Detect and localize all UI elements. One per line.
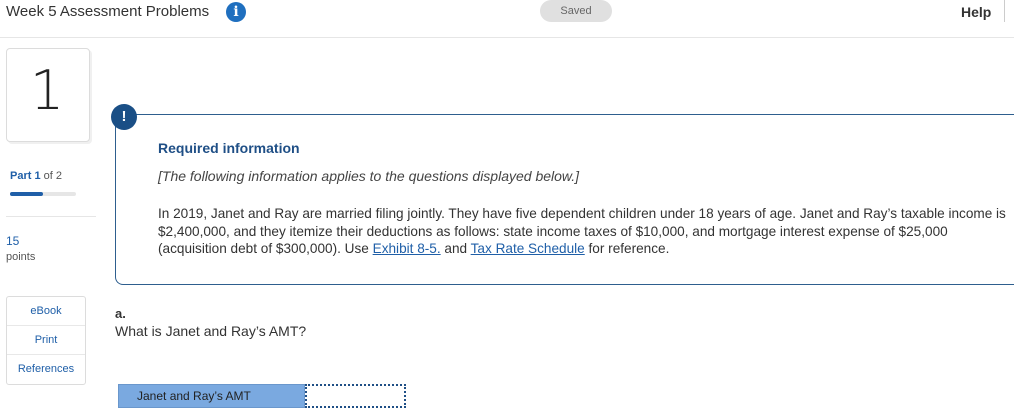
ebook-link[interactable]: eBook [7,297,85,326]
question-number-card[interactable]: 1 [6,48,90,142]
alert-icon: ! [111,104,137,130]
part-progress-fill [10,192,43,196]
points-value: 15 [6,234,20,248]
question-number: 1 [29,59,65,122]
top-bar: Week 5 Assessment Problems i Saved Help [0,0,1014,38]
references-link[interactable]: References [7,355,85,384]
sidebar-divider [6,216,96,217]
required-info-title: Required information [158,140,300,156]
print-link[interactable]: Print [7,326,85,355]
help-link[interactable]: Help [961,4,991,20]
body-text-end: for reference. [584,241,670,256]
part-label: Part [10,170,32,182]
part-progress-bar [10,192,76,196]
body-text-mid: and [440,241,471,256]
assignment-title: Week 5 Assessment Problems [6,3,210,20]
tax-rate-schedule-link[interactable]: Tax Rate Schedule [471,241,585,256]
part-total: of 2 [43,170,63,182]
required-info-body: In 2019, Janet and Ray are married filin… [158,205,1008,258]
required-info-subtitle: [The following information applies to th… [158,168,580,184]
exhibit-link[interactable]: Exhibit 8-5. [373,241,441,256]
resources-panel: eBook Print References [6,296,86,385]
info-icon[interactable]: i [226,2,246,22]
amt-answer-input[interactable] [305,384,406,408]
saved-status-badge: Saved [540,0,612,22]
question-text: What is Janet and Ray’s AMT? [115,323,307,339]
help-divider [1004,0,1005,22]
part-indicator: Part 1 of 2 [10,170,62,182]
points-label: points [6,251,36,263]
question-part-letter: a. [115,306,126,321]
part-current: 1 [34,170,41,182]
answer-label: Janet and Ray’s AMT [118,384,305,408]
